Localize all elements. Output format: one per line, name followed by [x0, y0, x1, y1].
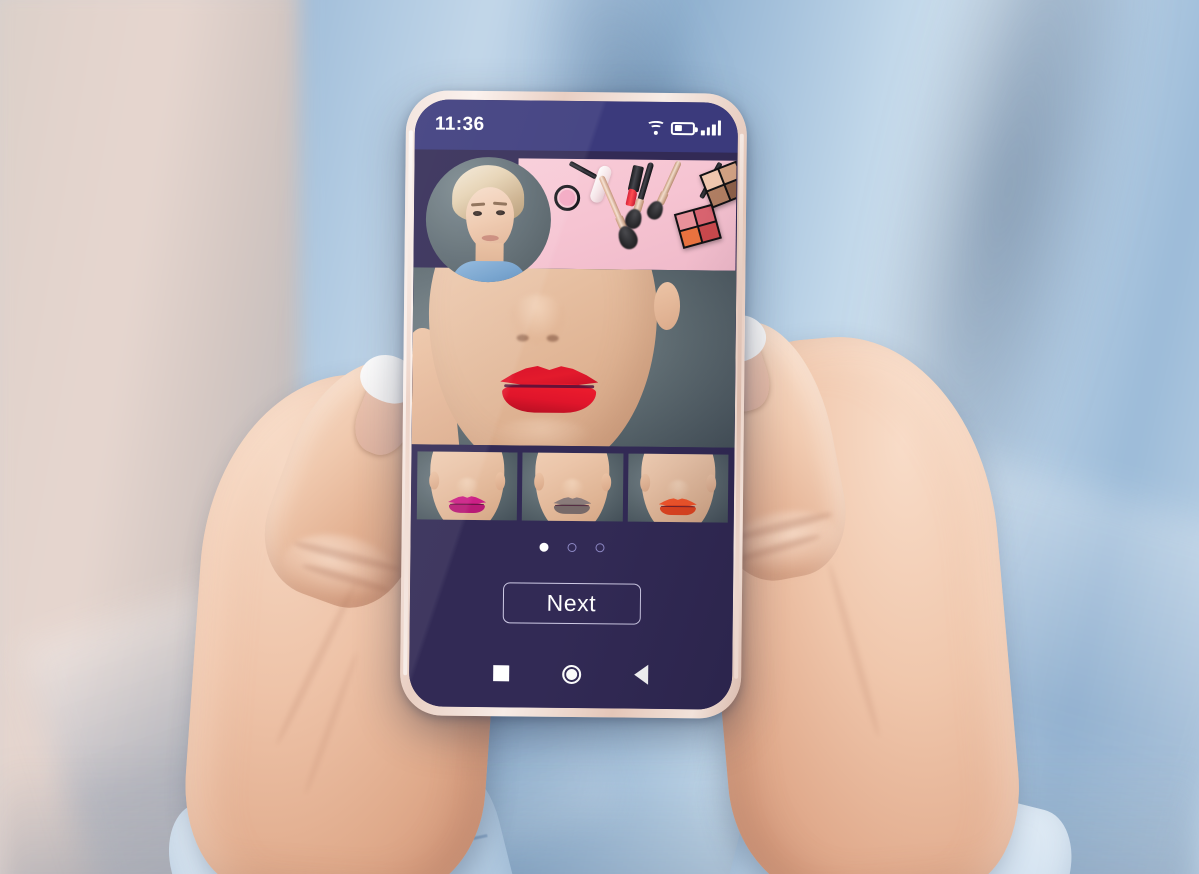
home-button[interactable] [562, 664, 582, 684]
thumbnail-nose [456, 477, 479, 498]
avatar-clothing [451, 260, 528, 283]
thumbnail-nose [561, 478, 584, 499]
smartphone: 11:36 Next [399, 90, 748, 719]
shade-thumbnail-strip [411, 451, 735, 523]
user-avatar[interactable] [425, 156, 552, 283]
eyeshadow-palette [673, 203, 722, 249]
pagination-dot-1[interactable] [539, 542, 549, 552]
pagination-dot-3[interactable] [595, 543, 605, 553]
eyeshadow-palette [699, 160, 737, 209]
shade-thumbnail-coral[interactable] [627, 453, 729, 523]
makeup-compact-icon [554, 184, 581, 212]
status-bar: 11:36 [414, 99, 739, 153]
next-button-container: Next [410, 581, 733, 625]
battery-icon [671, 121, 696, 135]
main-preview-photo[interactable] [411, 267, 737, 448]
scene-photograph: 11:36 Next [0, 0, 1199, 874]
portrait-ear [653, 281, 681, 331]
recents-button[interactable] [493, 665, 510, 682]
thumbnail-lips [448, 496, 486, 514]
phone-screen: 11:36 Next [408, 99, 739, 710]
pagination-dot-2[interactable] [567, 542, 577, 553]
wifi-icon [646, 119, 666, 135]
signal-bars-icon [701, 119, 721, 136]
thumbnail-nose [666, 479, 690, 500]
thumbnail-lips [659, 498, 697, 516]
eyeliner-pencil [568, 160, 598, 180]
status-bar-icons [646, 119, 721, 136]
android-navigation-bar [409, 662, 732, 685]
app-content: Next [408, 149, 738, 710]
thumbnail-lips [553, 497, 591, 515]
shade-thumbnail-taupe[interactable] [522, 452, 624, 522]
hero-section [411, 149, 738, 448]
portrait-lips [500, 364, 598, 414]
avatar-lips [481, 235, 499, 242]
pagination-dots [410, 541, 733, 553]
shade-thumbnail-magenta[interactable] [416, 451, 518, 521]
back-button[interactable] [634, 664, 649, 685]
status-bar-clock: 11:36 [434, 113, 485, 136]
next-button[interactable]: Next [502, 582, 641, 625]
